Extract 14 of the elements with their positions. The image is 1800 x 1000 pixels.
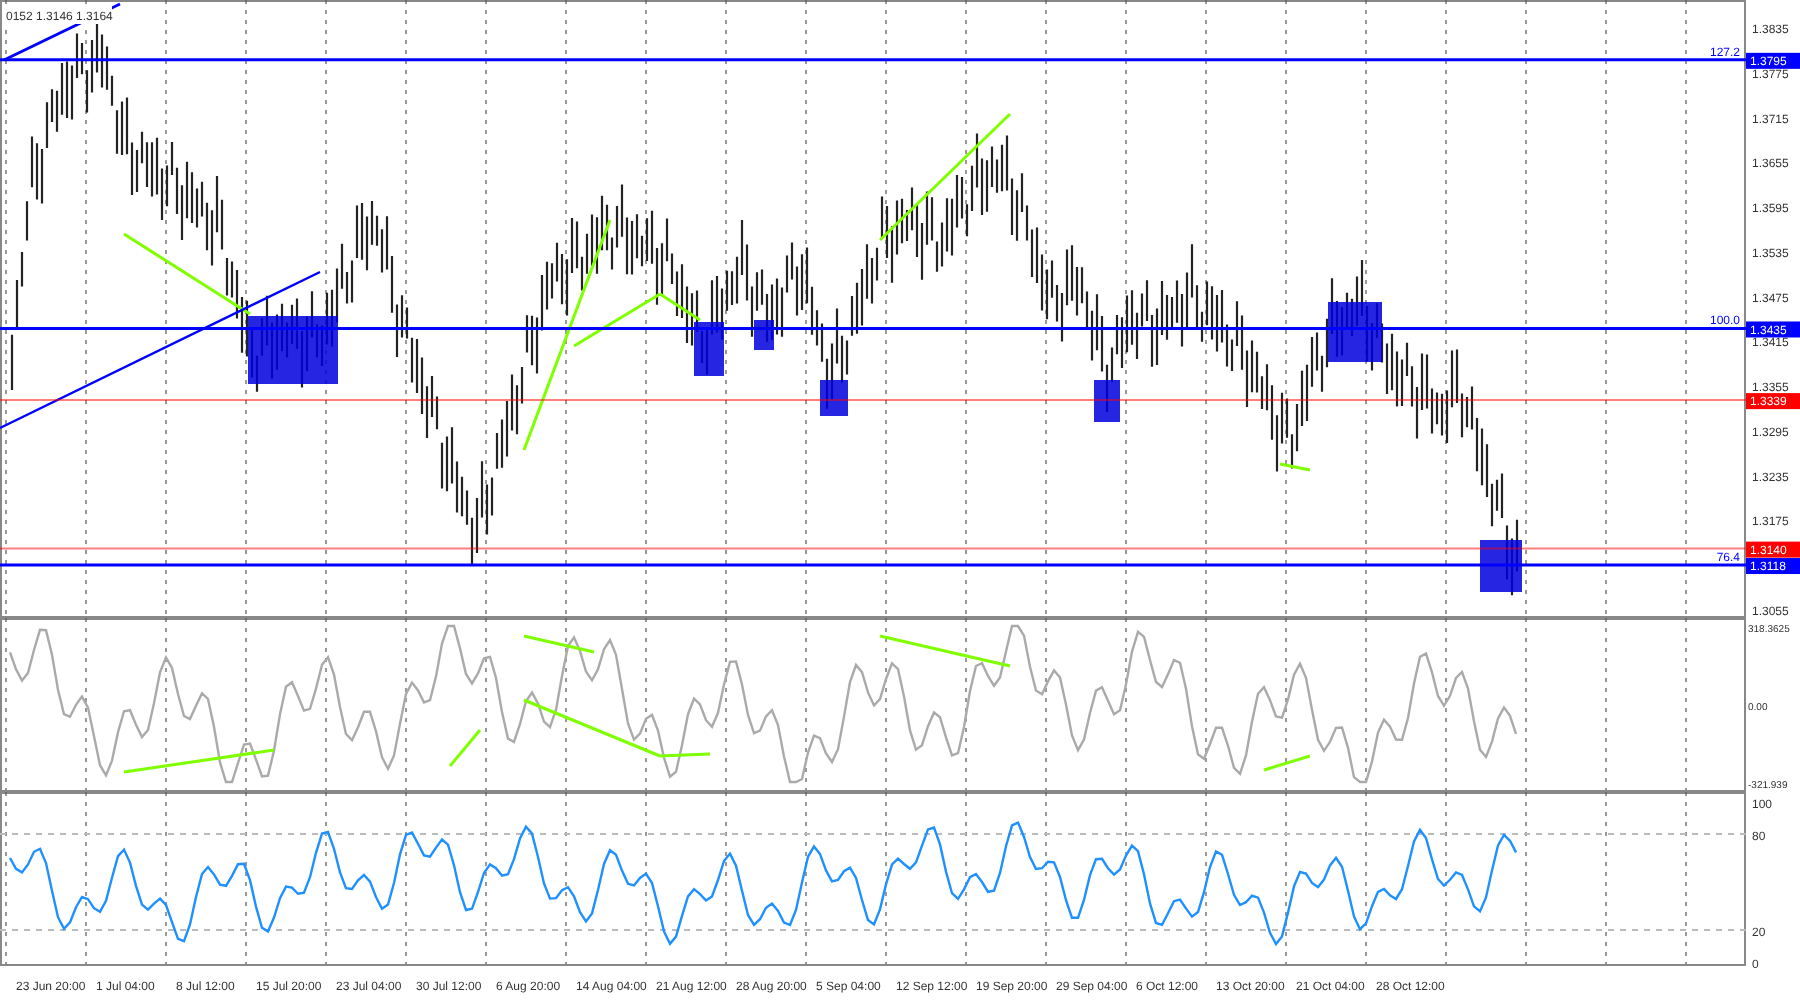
zone-rectangle (248, 316, 338, 384)
zone-rectangle (1094, 380, 1120, 422)
zone-rectangle (754, 320, 774, 350)
divergence-line (878, 112, 1012, 242)
zone-rectangle (820, 380, 848, 416)
divergence-line (879, 634, 1011, 668)
divergence-line (523, 634, 595, 654)
divergence-line (123, 232, 251, 316)
zone-rectangle (1328, 302, 1382, 362)
zone-rectangle (694, 322, 724, 376)
divergence-line (448, 729, 482, 767)
divergence-line (1279, 462, 1311, 472)
zone-rectangle (1480, 540, 1522, 592)
divergence-line (1263, 754, 1311, 772)
